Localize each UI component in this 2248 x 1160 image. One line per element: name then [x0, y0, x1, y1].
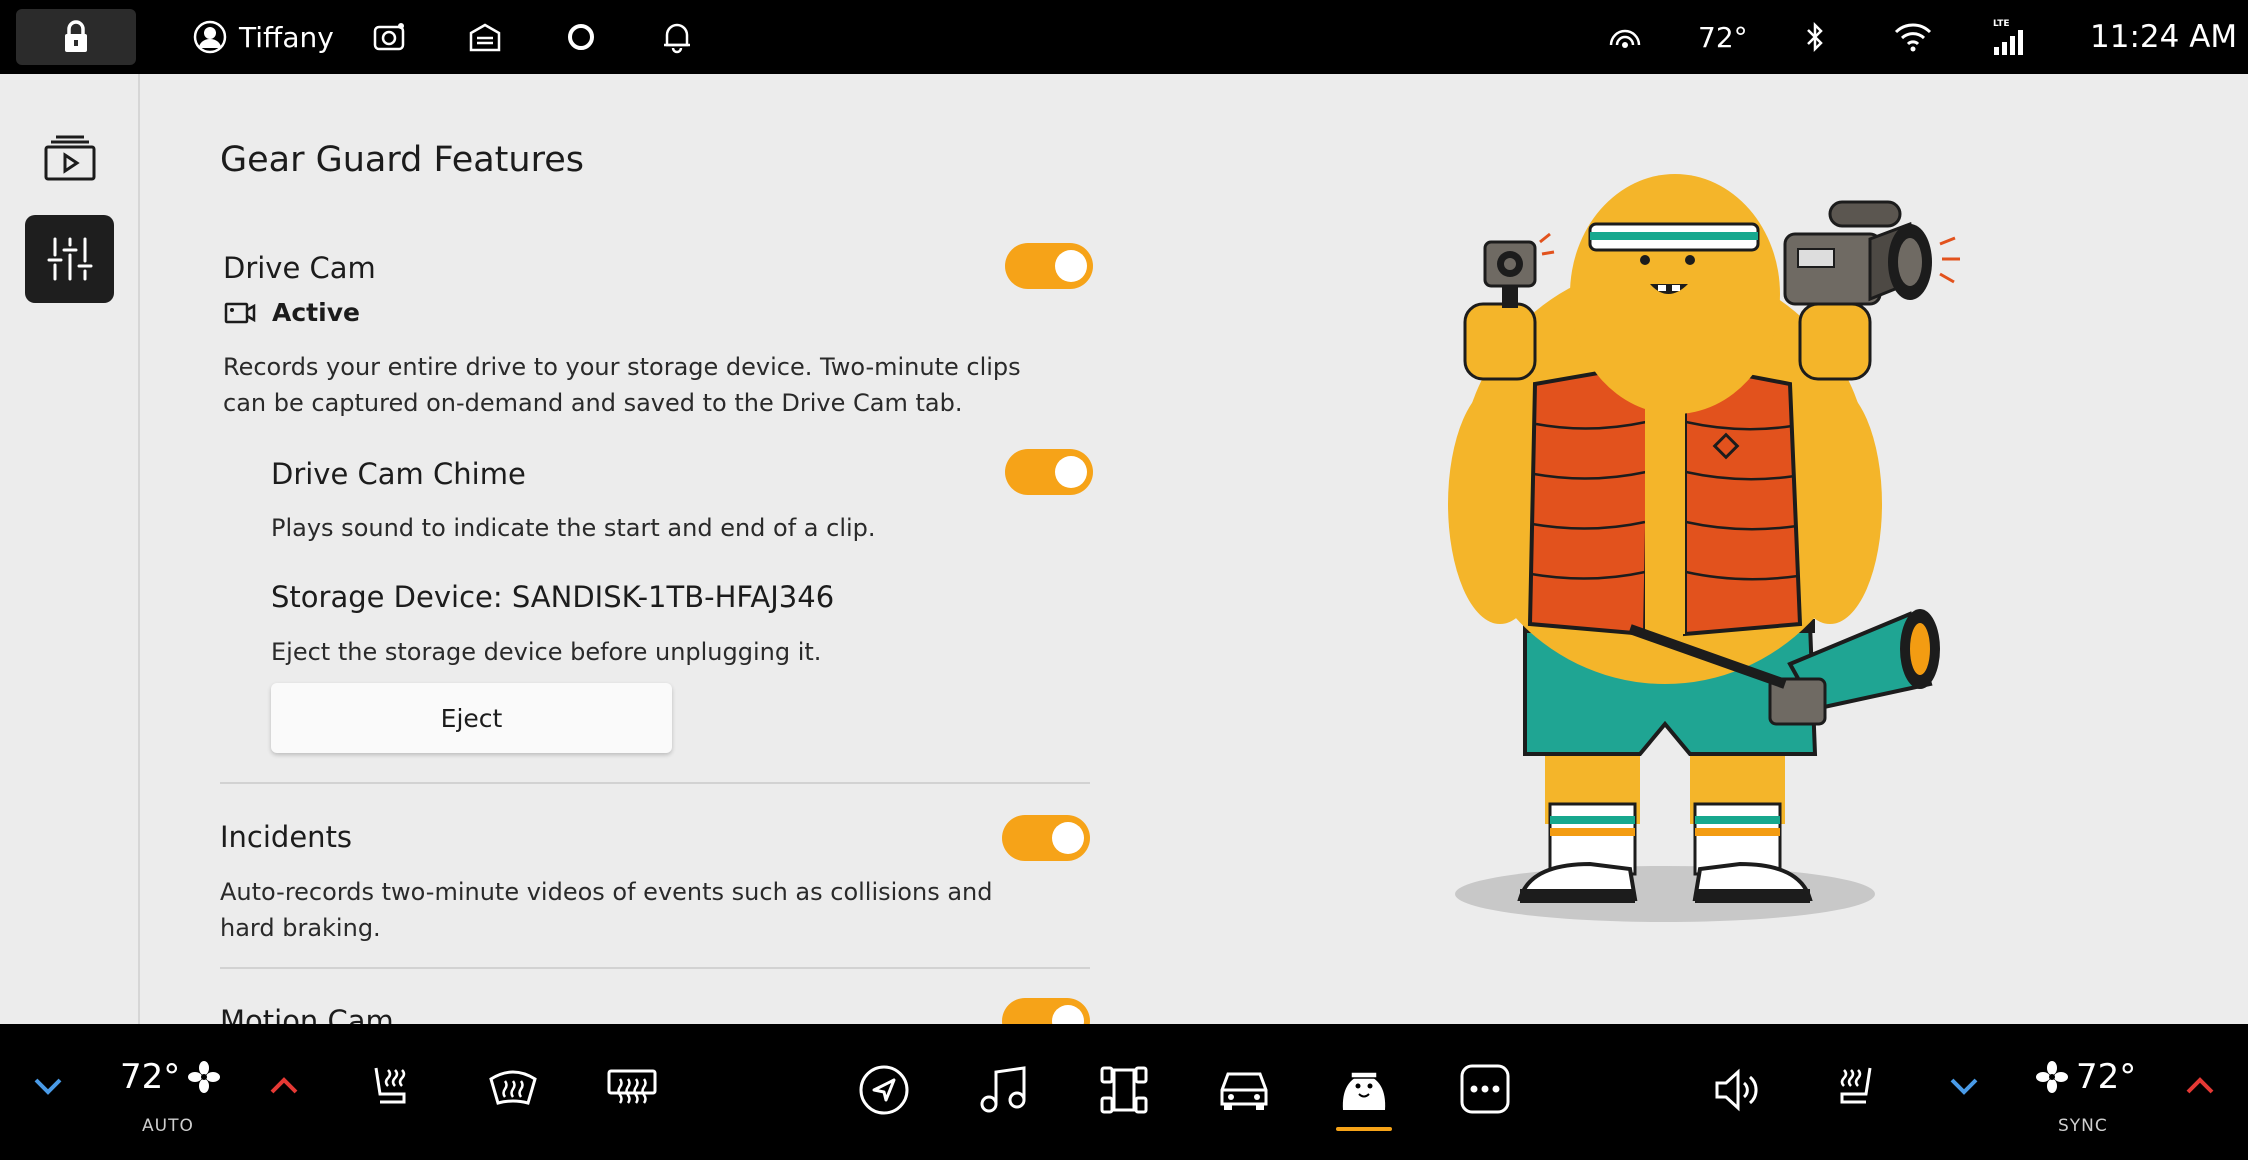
drive-cam-status-text: Active — [272, 298, 360, 327]
divider — [220, 782, 1090, 784]
bottom-bar: 72° AUTO 72° SYNC — [0, 1024, 2248, 1160]
lock-button[interactable] — [16, 9, 136, 65]
media-button[interactable] — [976, 1062, 1032, 1118]
drive-cam-status: Active — [224, 298, 360, 327]
incidents-title: Incidents — [220, 820, 353, 854]
chevron-down-icon — [34, 1078, 62, 1095]
seat-heat-button[interactable] — [366, 1062, 416, 1112]
more-apps-icon — [1460, 1064, 1510, 1114]
volume-button[interactable] — [1710, 1062, 1766, 1118]
storage-device-description: Eject the storage device before unpluggi… — [271, 638, 822, 666]
passenger-temp: 72° — [2076, 1057, 2137, 1097]
driver-temp-up-button[interactable] — [264, 1066, 304, 1106]
wifi-icon — [1894, 23, 1932, 52]
sidebar-item-settings[interactable] — [25, 215, 114, 303]
sliders-icon — [47, 237, 92, 281]
gear-guard-mascot-icon — [1342, 1071, 1386, 1110]
wifi-status[interactable] — [1893, 0, 1933, 74]
chevron-up-icon — [2186, 1077, 2214, 1094]
toggle-knob — [1052, 822, 1084, 854]
drive-cam-title: Drive Cam — [223, 251, 376, 285]
garage-icon — [469, 23, 501, 52]
bell-icon — [664, 23, 690, 54]
status-bar: Tiffany 72° LTE 11:24 AM — [0, 0, 2248, 74]
driver-climate[interactable]: 72° — [120, 1052, 221, 1102]
outside-temperature: 72° — [1698, 20, 1748, 54]
active-app-indicator — [1336, 1127, 1392, 1131]
sidebar-item-clips[interactable] — [25, 114, 114, 202]
volume-icon — [1715, 1068, 1758, 1112]
motion-cam-title: Motion Cam — [220, 1004, 394, 1024]
gear-guard-status[interactable] — [1607, 0, 1643, 74]
user-icon — [193, 20, 227, 54]
navigation-icon — [859, 1065, 909, 1115]
chassis-icon — [1100, 1066, 1148, 1114]
chime-description: Plays sound to indicate the start and en… — [271, 514, 876, 542]
music-icon — [980, 1066, 1026, 1113]
notifications-button[interactable] — [660, 0, 694, 74]
sidebar — [0, 74, 140, 1024]
storage-device-title: Storage Device: SANDISK-1TB-HFAJ346 — [271, 580, 835, 614]
lte-label: LTE — [1993, 19, 2010, 29]
ring-button[interactable] — [565, 0, 597, 74]
profile-button[interactable]: Tiffany — [193, 0, 334, 74]
toggle-knob — [1055, 250, 1087, 282]
drive-cam-description-line1: Records your entire drive to your storag… — [223, 353, 1021, 381]
profile-name: Tiffany — [239, 20, 334, 54]
chevron-up-icon — [270, 1077, 298, 1094]
chevron-down-icon — [1950, 1078, 1978, 1095]
main-area: Gear Guard Features Drive Cam Active Rec… — [0, 74, 2248, 1024]
navigation-button[interactable] — [856, 1062, 912, 1118]
ring-icon — [568, 24, 594, 50]
page-title: Gear Guard Features — [220, 140, 584, 180]
toggle-knob — [1052, 1005, 1084, 1024]
seat-heat-icon — [374, 1067, 406, 1104]
fan-icon — [188, 1061, 221, 1093]
motion-cam-toggle[interactable] — [1002, 998, 1090, 1024]
seat-heat-icon — [1840, 1067, 1872, 1104]
rear-defrost-button[interactable] — [604, 1062, 660, 1112]
cellular-status[interactable]: LTE — [1993, 0, 2027, 74]
incidents-description-line1: Auto-records two-minute videos of events… — [220, 878, 993, 906]
toggle-knob — [1055, 456, 1087, 488]
camera-status-button[interactable] — [372, 0, 408, 74]
vehicle-button[interactable] — [1214, 1062, 1274, 1118]
car-icon — [1220, 1072, 1268, 1110]
driver-climate-mode: AUTO — [142, 1116, 194, 1136]
gear-guard-app-button[interactable] — [1334, 1060, 1394, 1118]
bluetooth-status[interactable] — [1804, 0, 1826, 74]
rear-defrost-icon — [607, 1069, 657, 1104]
lock-icon — [65, 20, 87, 52]
gear-guard-mascot-illustration — [1448, 174, 1960, 922]
chime-toggle[interactable] — [1005, 449, 1093, 495]
front-defrost-icon — [489, 1070, 537, 1105]
apps-button[interactable] — [1456, 1060, 1514, 1118]
drive-cam-description-line2: can be captured on-demand and saved to t… — [223, 389, 963, 417]
settings-panel: Gear Guard Features Drive Cam Active Rec… — [218, 74, 1098, 1024]
driver-temp-down-button[interactable] — [28, 1066, 68, 1106]
divider — [220, 967, 1090, 969]
fan-icon — [2036, 1061, 2068, 1093]
passenger-temp-down-button[interactable] — [1944, 1066, 1984, 1106]
incidents-description-line2: hard braking. — [220, 914, 381, 942]
camera-status-icon — [224, 302, 256, 323]
garage-button[interactable] — [468, 0, 502, 74]
incidents-toggle[interactable] — [1002, 815, 1090, 861]
passenger-climate-mode: SYNC — [2058, 1116, 2108, 1136]
drive-cam-toggle[interactable] — [1005, 243, 1093, 289]
driver-temp: 72° — [120, 1057, 181, 1097]
bluetooth-icon — [1807, 21, 1823, 53]
passenger-climate[interactable]: 72° — [2036, 1052, 2136, 1102]
vehicle-controls-button[interactable] — [1096, 1062, 1152, 1118]
cellular-icon — [1994, 30, 2023, 55]
gear-guard-icon — [1609, 29, 1641, 48]
front-defrost-button[interactable] — [486, 1062, 540, 1112]
eject-button[interactable]: Eject — [271, 683, 672, 753]
video-library-icon — [44, 135, 95, 181]
chime-title: Drive Cam Chime — [271, 457, 526, 491]
clock: 11:24 AM — [2090, 19, 2238, 55]
passenger-temp-up-button[interactable] — [2180, 1066, 2220, 1106]
passenger-seat-heat-button[interactable] — [1830, 1062, 1880, 1112]
camera-icon — [373, 23, 405, 51]
